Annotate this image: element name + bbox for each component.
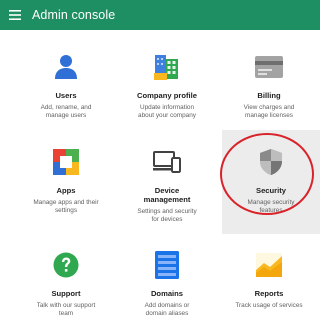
company-profile-tile[interactable]: Company profile Update information about… xyxy=(118,35,216,139)
users-tile[interactable]: Users Add, rename, and manage users xyxy=(17,35,115,139)
company-profile-icon xyxy=(151,51,183,83)
person-icon xyxy=(50,51,82,83)
tile-title: Billing xyxy=(257,91,281,100)
app-bar: Admin console xyxy=(0,0,320,30)
help-icon xyxy=(50,249,82,281)
tile-title: Users xyxy=(55,91,77,100)
tile-description: Update information about your company xyxy=(138,104,196,120)
tile-title: Apps xyxy=(56,186,76,195)
tile-description: Manage apps and their settings xyxy=(33,199,99,215)
device-management-tile[interactable]: Device management Settings and security … xyxy=(118,130,216,234)
domains-icon xyxy=(151,249,183,281)
tile-title: Domains xyxy=(150,289,184,298)
apps-tile[interactable]: Apps Manage apps and their settings xyxy=(17,130,115,234)
tile-title: Reports xyxy=(254,289,284,298)
tile-title: Device management xyxy=(143,186,191,204)
tile-description: View charges and manage licenses xyxy=(243,104,295,120)
tile-description: Add, rename, and manage users xyxy=(40,104,92,120)
shield-icon xyxy=(255,146,287,178)
devices-icon xyxy=(151,146,183,178)
tile-description: Add domains or domain aliases xyxy=(144,302,190,318)
tile-title: Support xyxy=(51,289,81,298)
main-menu-button[interactable] xyxy=(0,0,30,30)
reports-tile[interactable]: Reports Track usage of services xyxy=(220,233,318,333)
tile-description: Track usage of services xyxy=(235,302,303,309)
tile-description: Talk with our support team xyxy=(36,302,96,318)
apps-grid-icon xyxy=(50,146,82,178)
page-title: Admin console xyxy=(32,8,116,22)
security-tile[interactable]: Security Manage security features xyxy=(222,130,320,234)
billing-tile[interactable]: Billing View charges and manage licenses xyxy=(220,35,318,139)
tile-title: Company profile xyxy=(137,91,197,100)
tile-description: Manage security features xyxy=(247,199,295,215)
support-tile[interactable]: Support Talk with our support team xyxy=(17,233,115,333)
hamburger-menu-icon xyxy=(9,10,21,20)
tile-description: Settings and security for devices xyxy=(137,208,197,224)
reports-chart-icon xyxy=(253,249,285,281)
domains-tile[interactable]: Domains Add domains or domain aliases xyxy=(118,233,216,333)
tile-title: Security xyxy=(256,186,286,195)
credit-card-icon xyxy=(253,51,285,83)
